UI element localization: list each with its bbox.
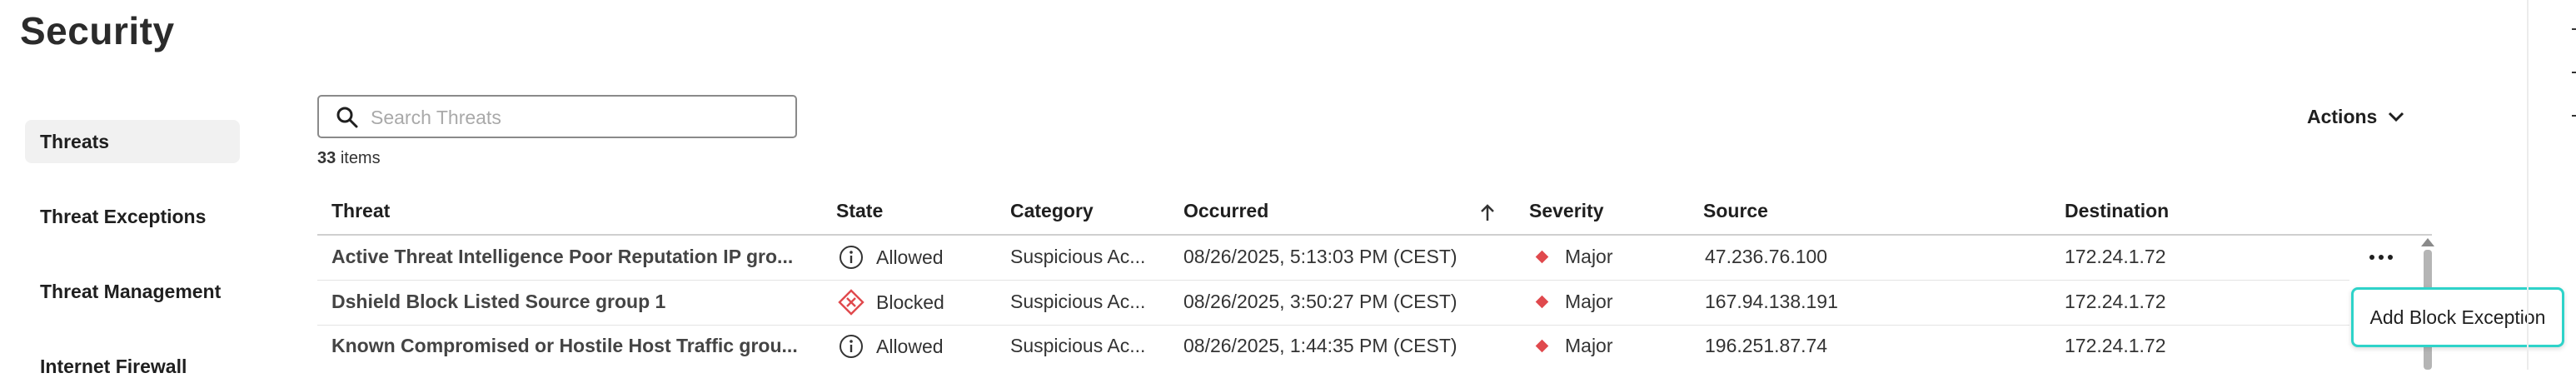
sidebar-item-threat-management[interactable]: Threat Management	[25, 270, 240, 313]
info-circle-icon	[840, 246, 863, 269]
column-header-threat[interactable]: Threat	[331, 200, 390, 222]
occurred-cell: 08/26/2025, 1:44:35 PM (CEST)	[1183, 335, 1457, 356]
more-dot-icon	[2379, 255, 2384, 260]
threat-name[interactable]: Known Compromised or Hostile Host Traffi…	[331, 333, 798, 358]
page-title: Security	[20, 9, 175, 52]
column-header-destination[interactable]: Destination	[2065, 200, 2169, 222]
sidebar-item-threats[interactable]: Threats	[25, 120, 240, 163]
row-divider	[317, 280, 2349, 281]
severity-major-icon	[1535, 295, 1549, 308]
severity-cell: Major	[1532, 244, 1613, 269]
search-input[interactable]	[369, 103, 789, 132]
source-cell: 47.236.76.100	[1705, 246, 1828, 267]
scroll-up-arrow-icon[interactable]	[2421, 238, 2434, 246]
more-dot-icon	[2388, 255, 2393, 260]
category-cell: Suspicious Ac...	[1010, 335, 1146, 356]
sidebar-item-threat-exceptions[interactable]: Threat Exceptions	[25, 195, 240, 238]
severity-label: Major	[1565, 335, 1613, 356]
edge-tick	[2572, 115, 2576, 117]
row-more-actions-button[interactable]	[2362, 246, 2400, 269]
items-count: 33 items	[317, 149, 381, 168]
state-cell: Allowed	[838, 333, 944, 360]
actions-dropdown[interactable]: Actions	[2307, 102, 2405, 132]
source-cell: 167.94.138.191	[1705, 291, 1838, 312]
state-label: Allowed	[876, 246, 944, 268]
column-header-state[interactable]: State	[836, 200, 883, 222]
edge-tick	[2572, 28, 2576, 30]
state-label: Allowed	[876, 336, 944, 357]
edge-tick	[2572, 72, 2576, 73]
column-header-occurred[interactable]: Occurred	[1183, 200, 1268, 222]
menu-item-add-block-exception[interactable]: Add Block Exception	[2370, 306, 2546, 329]
header-divider	[317, 234, 2432, 236]
severity-label: Major	[1565, 291, 1613, 312]
column-header-severity[interactable]: Severity	[1529, 200, 1604, 222]
severity-major-icon	[1535, 250, 1549, 263]
row-actions-menu: Add Block Exception	[2351, 287, 2564, 347]
items-count-suffix: items	[340, 149, 381, 167]
threat-name[interactable]: Dshield Block Listed Source group 1	[331, 289, 665, 314]
state-cell: Allowed	[838, 244, 944, 271]
state-label: Blocked	[876, 291, 944, 313]
info-circle-icon	[840, 335, 863, 358]
destination-cell: 172.24.1.72	[2065, 335, 2166, 356]
sidebar-item-internet-firewall[interactable]: Internet Firewall	[25, 345, 240, 388]
search-box[interactable]	[317, 95, 797, 138]
category-cell: Suspicious Ac...	[1010, 291, 1146, 312]
panel-divider	[2527, 0, 2529, 370]
destination-cell: 172.24.1.72	[2065, 291, 2166, 312]
occurred-cell: 08/26/2025, 5:13:03 PM (CEST)	[1183, 246, 1457, 267]
destination-cell: 172.24.1.72	[2065, 246, 2166, 267]
column-header-category[interactable]: Category	[1010, 200, 1094, 222]
severity-major-icon	[1535, 339, 1549, 352]
threat-name[interactable]: Active Threat Intelligence Poor Reputati…	[331, 244, 793, 269]
row-divider	[317, 325, 2349, 326]
column-header-source[interactable]: Source	[1703, 200, 1768, 222]
occurred-cell: 08/26/2025, 3:50:27 PM (CEST)	[1183, 291, 1457, 312]
category-cell: Suspicious Ac...	[1010, 246, 1146, 267]
items-count-number: 33	[317, 149, 336, 167]
severity-cell: Major	[1532, 333, 1613, 358]
search-icon	[336, 107, 358, 128]
severity-label: Major	[1565, 246, 1613, 267]
more-dot-icon	[2369, 255, 2374, 260]
source-cell: 196.251.87.74	[1705, 335, 1828, 356]
severity-cell: Major	[1532, 289, 1613, 314]
state-cell: Blocked	[838, 289, 944, 316]
actions-label: Actions	[2307, 105, 2378, 127]
sort-ascending-icon[interactable]	[1479, 202, 1496, 222]
chevron-down-icon	[2389, 112, 2404, 122]
blocked-diamond-icon	[838, 289, 864, 316]
